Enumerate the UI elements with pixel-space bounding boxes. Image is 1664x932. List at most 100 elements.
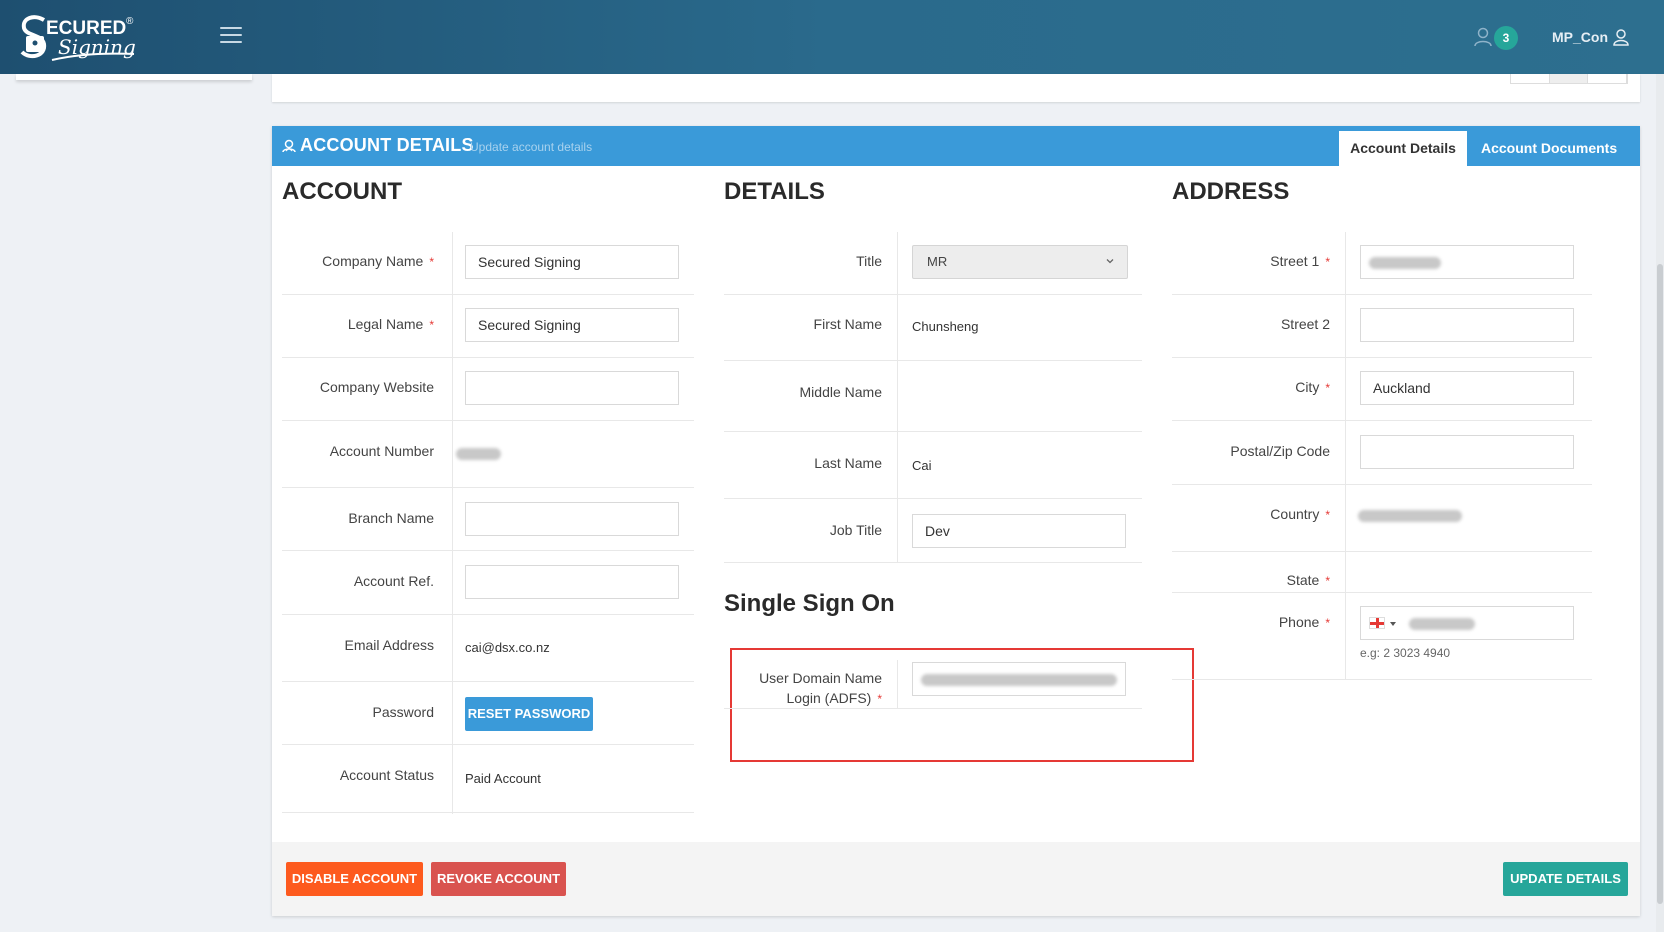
details-column-separator	[897, 232, 898, 562]
users-icon[interactable]	[1472, 26, 1494, 48]
row-divider	[282, 294, 694, 295]
state-label: State *	[1286, 572, 1330, 588]
secured-signing-logo[interactable]: ECURED ® Signing	[16, 8, 146, 64]
england-flag-icon[interactable]	[1369, 617, 1385, 629]
title-select-value: MR	[927, 254, 948, 269]
title-select[interactable]: MR	[912, 245, 1128, 279]
row-divider	[724, 562, 1142, 563]
street1-input[interactable]	[1360, 245, 1574, 279]
details-section-title: DETAILS	[724, 178, 825, 205]
phone-label: Phone *	[1278, 614, 1330, 630]
card-title: ACCOUNT DETAILS	[300, 135, 474, 155]
street1-label: Street 1 *	[1270, 253, 1330, 269]
row-divider	[1172, 420, 1592, 421]
city-label: City *	[1295, 379, 1330, 395]
password-label: Password	[372, 704, 434, 720]
svg-text:®: ®	[126, 16, 134, 27]
row-divider	[1172, 679, 1592, 680]
chevron-down-icon[interactable]	[1389, 620, 1397, 628]
postal-code-label: Postal/Zip Code	[1230, 443, 1330, 459]
phone-input[interactable]	[1360, 606, 1574, 640]
legal-name-input[interactable]: Secured Signing	[465, 308, 679, 342]
email-address-label: Email Address	[344, 637, 434, 653]
address-section-title: ADDRESS	[1172, 178, 1290, 205]
title-label: Title	[856, 253, 882, 269]
tab-account-details[interactable]: Account Details	[1339, 131, 1467, 166]
branch-name-input[interactable]	[465, 502, 679, 536]
row-divider	[724, 294, 1142, 295]
update-details-button[interactable]: UPDATE DETAILS	[1503, 862, 1628, 896]
street2-input[interactable]	[1360, 308, 1574, 342]
account-ref-input[interactable]	[465, 565, 679, 599]
scrollbar-thumb[interactable]	[1657, 264, 1663, 904]
notification-badge[interactable]: 3	[1494, 26, 1518, 50]
branch-name-label: Branch Name	[348, 510, 434, 526]
legal-name-label: Legal Name *	[347, 316, 434, 332]
disable-account-button[interactable]: DISABLE ACCOUNT	[286, 862, 423, 896]
company-name-input[interactable]: Secured Signing	[465, 245, 679, 279]
sso-section-title: Single Sign On	[724, 590, 895, 617]
top-bar: ECURED ® Signing 3 MP_Con	[0, 0, 1664, 74]
row-divider	[724, 498, 1142, 499]
account-column-separator	[452, 232, 453, 814]
row-divider	[1172, 484, 1592, 485]
svg-text:Signing: Signing	[58, 35, 136, 59]
email-address-value: cai@dsx.co.nz	[465, 640, 550, 655]
user-icon[interactable]	[1612, 28, 1630, 46]
tab-account-documents[interactable]: Account Documents	[1471, 131, 1627, 166]
card-header: ACCOUNT DETAILS Update account details A…	[272, 126, 1640, 166]
reset-password-button[interactable]: RESET PASSWORD	[465, 697, 593, 731]
button-group[interactable]	[1510, 74, 1628, 84]
job-title-label: Job Title	[829, 522, 882, 538]
user-domain-name-input[interactable]	[912, 662, 1126, 696]
street2-label: Street 2	[1280, 316, 1330, 332]
country-redacted[interactable]	[1358, 510, 1462, 522]
card-subtitle: Update account details	[470, 140, 593, 154]
account-status-value: Paid Account	[465, 771, 541, 786]
phone-hint: e.g: 2 3023 4940	[1360, 646, 1451, 660]
row-divider	[1172, 592, 1592, 593]
row-divider	[1172, 357, 1592, 358]
city-input[interactable]: Auckland	[1360, 371, 1574, 405]
hamburger-icon[interactable]	[220, 27, 242, 45]
row-divider	[282, 614, 694, 615]
account-status-label: Account Status	[339, 767, 434, 783]
company-website-label: Company Website	[319, 379, 434, 395]
row-divider	[282, 812, 694, 813]
page-scrollbar[interactable]	[1656, 74, 1664, 932]
first-name-value: Chunsheng	[912, 319, 979, 334]
account-number-redacted	[456, 448, 501, 460]
account-section-title: ACCOUNT	[282, 178, 402, 205]
row-divider	[282, 420, 694, 421]
last-name-label: Last Name	[814, 455, 882, 471]
row-divider	[282, 487, 694, 488]
postal-code-input[interactable]	[1360, 435, 1574, 469]
job-title-input[interactable]: Dev	[912, 514, 1126, 548]
chevron-down-icon	[1106, 259, 1114, 264]
row-divider	[1172, 551, 1592, 552]
account-number-label: Account Number	[329, 443, 434, 459]
address-column-separator	[1345, 232, 1346, 680]
last-name-value: Cai	[912, 458, 932, 473]
row-divider	[724, 360, 1142, 361]
row-divider	[282, 550, 694, 551]
user-domain-name-label: User Domain Name Login (ADFS) *	[759, 670, 882, 706]
row-divider	[724, 431, 1142, 432]
row-divider	[282, 681, 694, 682]
street1-redacted	[1369, 257, 1441, 269]
account-icon	[282, 139, 296, 153]
sidebar-card	[16, 74, 252, 80]
row-divider	[282, 744, 694, 745]
phone-redacted	[1409, 618, 1475, 630]
revoke-account-button[interactable]: REVOKE ACCOUNT	[431, 862, 566, 896]
company-website-input[interactable]	[465, 371, 679, 405]
country-label: Country *	[1270, 506, 1330, 522]
row-divider	[1172, 294, 1592, 295]
middle-name-label: Middle Name	[799, 384, 882, 400]
sso-column-separator	[897, 660, 898, 708]
first-name-label: First Name	[813, 316, 882, 332]
username-label[interactable]: MP_Con	[1552, 29, 1608, 45]
card-footer: DISABLE ACCOUNT REVOKE ACCOUNT UPDATE DE…	[272, 842, 1640, 916]
row-divider	[282, 357, 694, 358]
company-name-label: Company Name *	[322, 253, 434, 269]
